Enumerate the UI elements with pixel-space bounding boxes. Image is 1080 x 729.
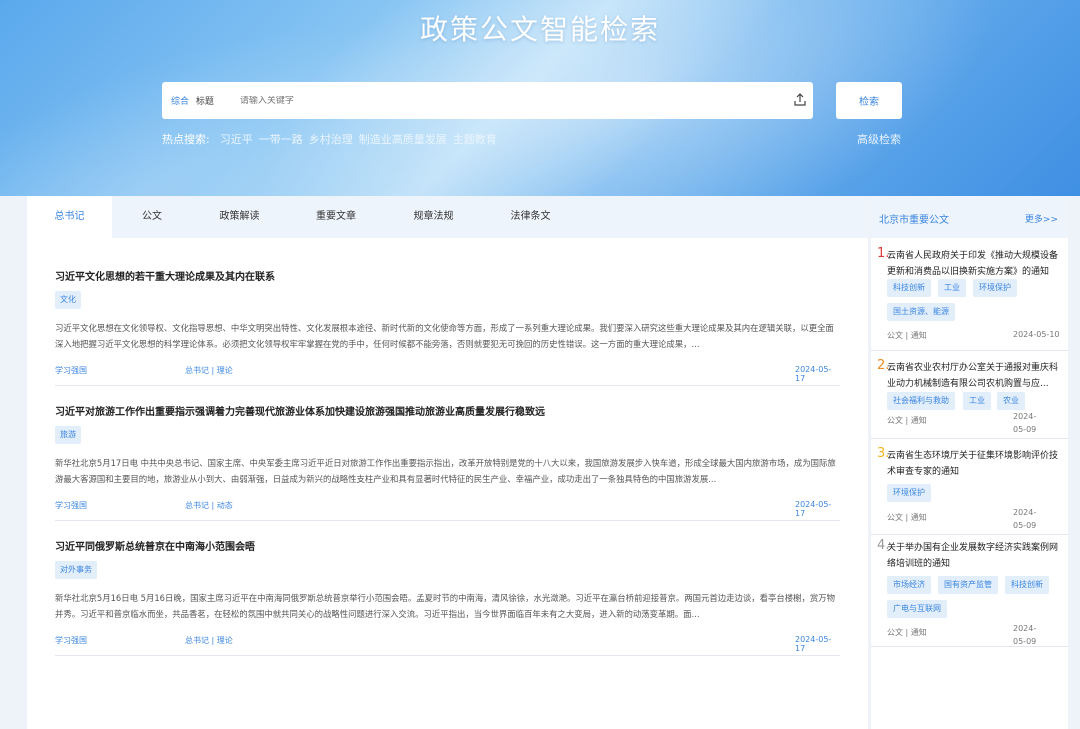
article-summary: 新华社北京5月16日电 5月16日晚，国家主席习近平在中南海同俄罗斯总统普京举行… [55,593,836,619]
notice-meta: 公文 | 通知 [887,513,927,522]
article-category[interactable]: 总书记 | 动态 [185,500,233,511]
article-category[interactable]: 总书记 | 理论 [185,635,233,646]
divider [55,655,840,656]
hero-banner: 政策公文智能检索 综合 标题 检索 热点搜索: 习近平 一带一路 乡村治理 制造… [0,0,1080,196]
article-panel: 总书记 公文 政策解读 重要文章 规章法规 法律条文 习近平文化思想的若干重大理… [27,196,868,729]
advanced-search-link[interactable]: 高级检索 [857,131,901,147]
scope-option-all[interactable]: 综合 [171,97,189,107]
notice-tag[interactable]: 环境保护 [973,279,1017,297]
search-box: 综合 标题 [162,82,813,119]
article-title[interactable]: 习近平文化思想的若干重大理论成果及其内在联系 [55,268,275,283]
hot-keyword[interactable]: 习近平 [220,131,253,147]
notice-tag[interactable]: 国土资源、能源 [887,303,955,321]
important-documents-panel: 北京市重要公文 更多>> 1. 云南省人民政府关于印发《推动大规模设备更新和消费… [871,196,1068,729]
category-tabs: 总书记 公文 政策解读 重要文章 规章法规 法律条文 [27,196,868,238]
notice-tag[interactable]: 农业 [997,392,1025,410]
hot-keyword[interactable]: 一带一路 [259,131,303,147]
notice-tag[interactable]: 环境保护 [887,484,931,502]
article-source[interactable]: 学习强国 [55,635,87,646]
notice-tag[interactable]: 国有资产监管 [938,576,998,594]
notice-tag[interactable]: 科技创新 [1005,576,1049,594]
notice-tag[interactable]: 社会福利与救助 [887,392,955,410]
article-source[interactable]: 学习强国 [55,365,87,376]
notice-date: 2024-05-09 [1013,624,1037,646]
tab-general-secretary[interactable]: 总书记 [27,196,112,238]
notice-meta: 公文 | 通知 [887,628,927,637]
article-category[interactable]: 总书记 | 理论 [185,365,233,376]
notice-title[interactable]: 关于举办国有企业发展数字经济实践案例网络培训班的通知 [887,540,1063,572]
article-tag[interactable]: 旅游 [55,426,81,444]
notice-tag[interactable]: 工业 [938,279,966,297]
article-title[interactable]: 习近平对旅游工作作出重要指示强调着力完善现代旅游业体系加快建设旅游强国推动旅游业… [55,403,545,418]
notice-tag[interactable]: 科技创新 [887,279,931,297]
more-link[interactable]: 更多>> [1025,212,1058,225]
divider [871,438,1068,439]
sidebar-title: 北京市重要公文 [879,215,949,226]
search-input[interactable] [239,95,760,106]
article-tag[interactable]: 对外事务 [55,561,97,579]
tab-policy-interpretation[interactable]: 政策解读 [192,196,287,238]
hot-keyword[interactable]: 乡村治理 [309,131,353,147]
hot-keyword[interactable]: 主题教育 [453,131,497,147]
divider [871,646,1068,647]
article-title[interactable]: 习近平同俄罗斯总统普京在中南海小范围会晤 [55,538,255,553]
notice-title[interactable]: 云南省生态环境厅关于征集环境影响评价技术审查专家的通知 [887,448,1063,480]
notice-tag[interactable]: 工业 [963,392,991,410]
hot-keyword[interactable]: 制造业高质量发展 [359,131,447,147]
notice-tag[interactable]: 广电与互联网 [887,600,947,618]
article-date: 2024-05-17 [795,635,832,653]
scope-option-title[interactable]: 标题 [196,97,214,107]
search-button[interactable]: 检索 [836,82,902,119]
notice-date: 2024-05-09 [1013,508,1037,530]
article-tag[interactable]: 文化 [55,291,81,309]
tab-laws[interactable]: 法律条文 [482,196,579,238]
divider [55,385,840,386]
tab-regulations[interactable]: 规章法规 [385,196,482,238]
notice-meta: 公文 | 通知 [887,331,927,340]
article-summary: 习近平文化思想在文化领导权、文化指导思想、中华文明突出特性、文化发展根本途径、新… [55,323,834,349]
divider [871,534,1068,535]
notice-tag[interactable]: 市场经济 [887,576,931,594]
tab-important-articles[interactable]: 重要文章 [287,196,385,238]
divider [55,520,840,521]
hot-search: 热点搜索: 习近平 一带一路 乡村治理 制造业高质量发展 主题教育 [162,131,497,147]
notice-meta: 公文 | 通知 [887,416,927,425]
hot-search-label: 热点搜索: [162,133,210,146]
page-title: 政策公文智能检索 [419,13,660,46]
divider [871,350,1068,351]
notice-title[interactable]: 云南省农业农村厅办公室关于通报对重庆科业动力机械制造有限公司农机购置与应... [887,360,1063,392]
article-date: 2024-05-17 [795,365,832,383]
notice-title[interactable]: 云南省人民政府关于印发《推动大规模设备更新和消费品以旧换新实施方案》的通知 [887,248,1063,280]
notice-date: 2024-05-10 [1013,330,1060,339]
upload-icon[interactable] [793,93,807,107]
notice-date: 2024-05-09 [1013,412,1037,434]
tab-documents[interactable]: 公文 [112,196,192,238]
article-source[interactable]: 学习强国 [55,500,87,511]
search-scope: 综合 标题 [171,94,214,107]
article-summary: 新华社北京5月17日电 中共中央总书记、国家主席、中央军委主席习近平近日对旅游工… [55,458,836,484]
article-date: 2024-05-17 [795,500,832,518]
sidebar-header: 北京市重要公文 更多>> [871,196,1068,238]
